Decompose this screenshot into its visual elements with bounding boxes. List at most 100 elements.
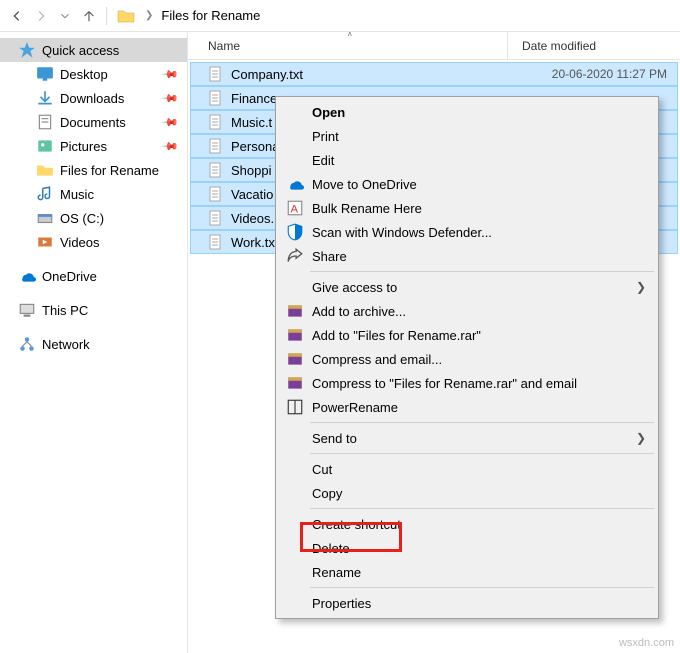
star-icon: [18, 42, 36, 58]
pictures-icon: [36, 138, 54, 154]
sidebar-videos[interactable]: Videos: [0, 230, 187, 254]
sidebar-music[interactable]: Music: [0, 182, 187, 206]
pin-icon: 📌: [161, 89, 180, 108]
pin-icon: 📌: [161, 65, 180, 84]
menu-rename[interactable]: Rename: [278, 560, 656, 584]
menu-separator: [310, 422, 654, 423]
menu-separator: [310, 271, 654, 272]
onedrive-icon: [286, 175, 304, 193]
svg-text:A: A: [291, 204, 299, 216]
menu-move-onedrive[interactable]: Move to OneDrive: [278, 172, 656, 196]
toolbar-divider: [106, 7, 107, 25]
shield-icon: [286, 223, 304, 241]
menu-share[interactable]: Share: [278, 244, 656, 268]
powerrename-icon: [286, 398, 304, 416]
bulk-rename-icon: A: [286, 199, 304, 217]
sidebar-pictures[interactable]: Pictures 📌: [0, 134, 187, 158]
menu-print[interactable]: Print: [278, 124, 656, 148]
share-icon: [286, 247, 304, 265]
menu-cut[interactable]: Cut: [278, 457, 656, 481]
sidebar-label: Network: [42, 337, 90, 352]
menu-give-access[interactable]: Give access to ❯: [278, 275, 656, 299]
chevron-right-icon: ❯: [636, 431, 646, 445]
sidebar-label: Desktop: [60, 67, 108, 82]
up-button[interactable]: [78, 5, 100, 27]
text-file-icon: [207, 162, 223, 178]
sidebar-documents[interactable]: Documents 📌: [0, 110, 187, 134]
sidebar-desktop[interactable]: Desktop 📌: [0, 62, 187, 86]
onedrive-icon: [18, 268, 36, 284]
text-file-icon: [207, 234, 223, 250]
menu-add-rar[interactable]: Add to "Files for Rename.rar": [278, 323, 656, 347]
sidebar-downloads[interactable]: Downloads 📌: [0, 86, 187, 110]
back-button[interactable]: [6, 5, 28, 27]
sidebar-label: Videos: [60, 235, 100, 250]
documents-icon: [36, 114, 54, 130]
text-file-icon: [207, 138, 223, 154]
sidebar-onedrive[interactable]: OneDrive: [0, 264, 187, 288]
menu-separator: [310, 453, 654, 454]
sidebar-label: OS (C:): [60, 211, 104, 226]
menu-edit[interactable]: Edit: [278, 148, 656, 172]
forward-button[interactable]: [30, 5, 52, 27]
desktop-icon: [36, 66, 54, 82]
file-name: Company.txt: [231, 67, 521, 82]
column-headers: ˄ Name Date modified: [188, 32, 680, 60]
column-name-header[interactable]: ˄ Name: [188, 32, 508, 59]
recent-dropdown[interactable]: [54, 5, 76, 27]
navigation-pane: Quick access Desktop 📌 Downloads 📌 Docum…: [0, 32, 188, 653]
sidebar-label: OneDrive: [42, 269, 97, 284]
menu-send-to[interactable]: Send to ❯: [278, 426, 656, 450]
pin-icon: 📌: [161, 113, 180, 132]
breadcrumb-current[interactable]: Files for Rename: [159, 6, 262, 25]
file-date: 20-06-2020 11:27 PM: [521, 67, 677, 81]
network-icon: [18, 336, 36, 352]
menu-open[interactable]: Open: [278, 100, 656, 124]
chevron-right-icon: ❯: [636, 280, 646, 294]
this-pc-icon: [18, 302, 36, 318]
text-file-icon: [207, 186, 223, 202]
folder-icon: [117, 7, 135, 25]
sidebar-label: This PC: [42, 303, 88, 318]
winrar-icon: [286, 350, 304, 368]
column-label: Name: [208, 39, 240, 53]
sidebar-label: Files for Rename: [60, 163, 159, 178]
music-icon: [36, 186, 54, 202]
menu-add-archive[interactable]: Add to archive...: [278, 299, 656, 323]
sidebar-network[interactable]: Network: [0, 332, 187, 356]
sort-indicator-icon: ˄: [348, 30, 353, 39]
menu-compress-rar-email[interactable]: Compress to "Files for Rename.rar" and e…: [278, 371, 656, 395]
sidebar-label: Documents: [60, 115, 126, 130]
folder-icon: [36, 162, 54, 178]
drive-icon: [36, 210, 54, 226]
winrar-icon: [286, 326, 304, 344]
column-label: Date modified: [522, 39, 596, 53]
file-row[interactable]: Company.txt 20-06-2020 11:27 PM: [190, 62, 678, 86]
sidebar-this-pc[interactable]: This PC: [0, 298, 187, 322]
watermark: wsxdn.com: [619, 637, 674, 649]
text-file-icon: [207, 66, 223, 82]
sidebar-label: Music: [60, 187, 94, 202]
menu-properties[interactable]: Properties: [278, 591, 656, 615]
menu-separator: [310, 508, 654, 509]
menu-copy[interactable]: Copy: [278, 481, 656, 505]
column-date-header[interactable]: Date modified: [508, 39, 680, 53]
downloads-icon: [36, 90, 54, 106]
menu-bulk-rename[interactable]: A Bulk Rename Here: [278, 196, 656, 220]
menu-separator: [310, 587, 654, 588]
sidebar-os-c[interactable]: OS (C:): [0, 206, 187, 230]
menu-delete[interactable]: Delete: [278, 536, 656, 560]
menu-defender[interactable]: Scan with Windows Defender...: [278, 220, 656, 244]
sidebar-label: Quick access: [42, 43, 119, 58]
text-file-icon: [207, 210, 223, 226]
menu-powerrename[interactable]: PowerRename: [278, 395, 656, 419]
sidebar-files-for-rename[interactable]: Files for Rename: [0, 158, 187, 182]
winrar-icon: [286, 374, 304, 392]
menu-create-shortcut[interactable]: Create shortcut: [278, 512, 656, 536]
menu-compress-email[interactable]: Compress and email...: [278, 347, 656, 371]
sidebar-quick-access[interactable]: Quick access: [0, 38, 187, 62]
chevron-right-icon: ❯: [145, 10, 153, 21]
winrar-icon: [286, 302, 304, 320]
videos-icon: [36, 234, 54, 250]
text-file-icon: [207, 114, 223, 130]
